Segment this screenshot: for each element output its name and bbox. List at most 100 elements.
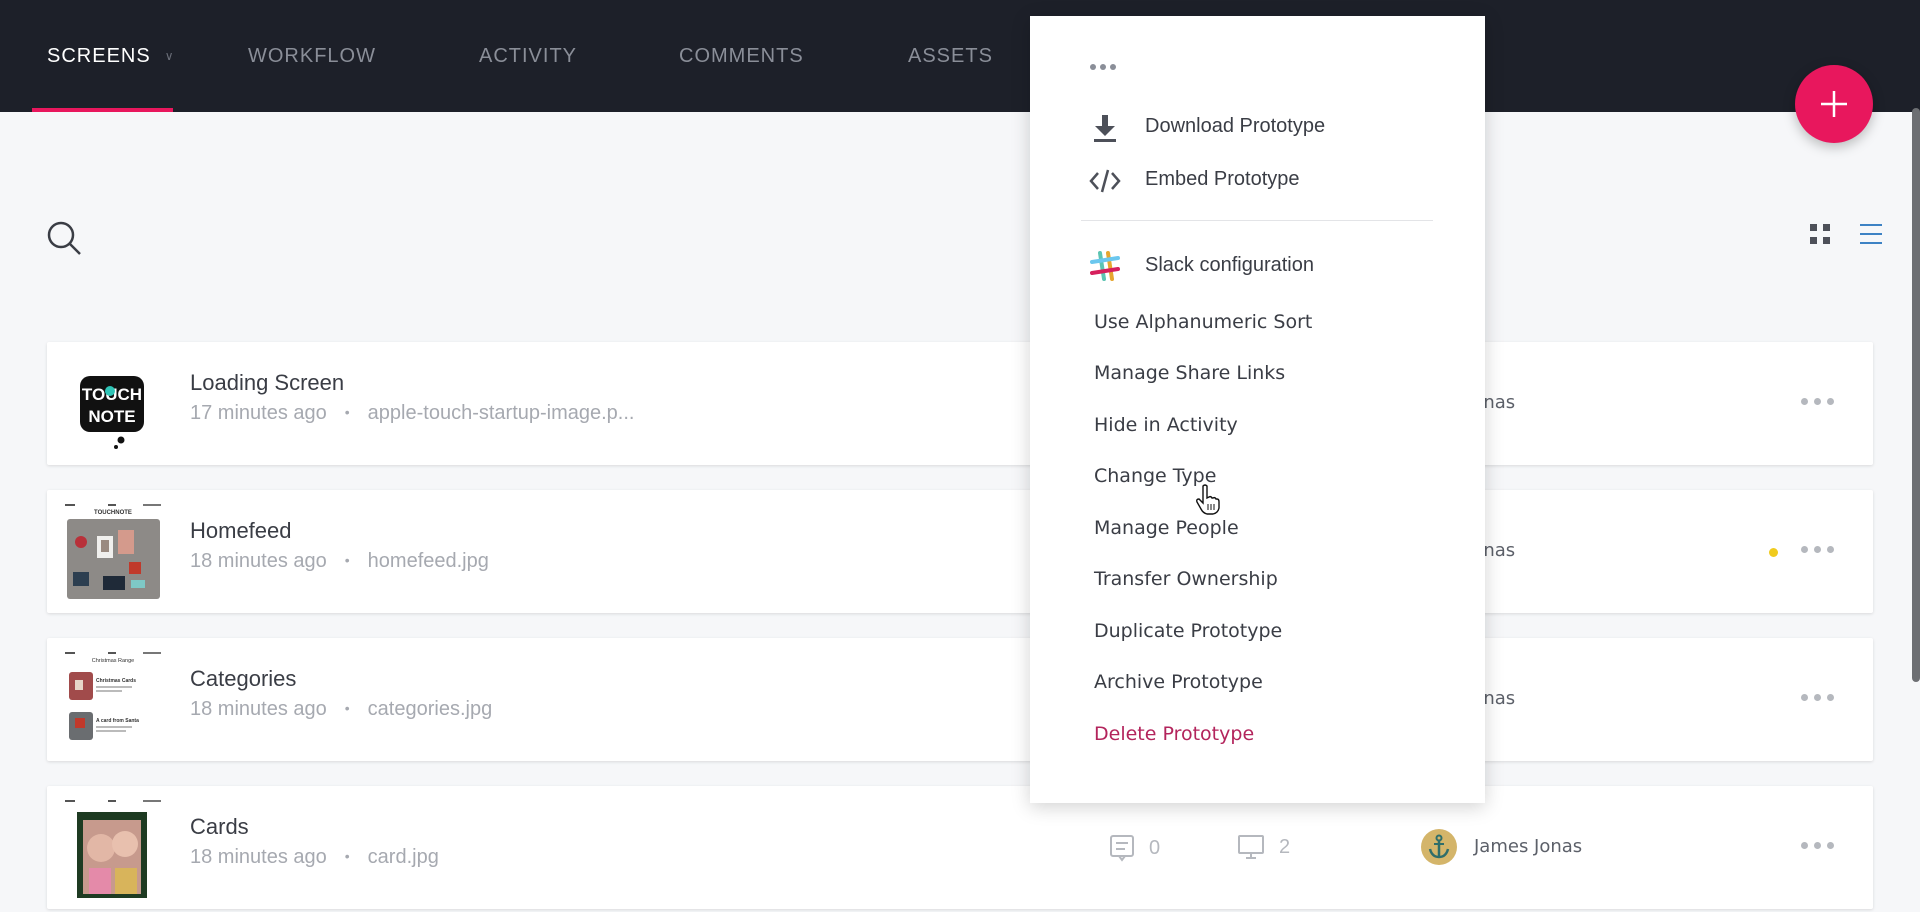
menu-item-download-prototype[interactable]: Download Prototype	[1145, 115, 1325, 138]
tab-label: ACTIVITY	[479, 44, 578, 67]
tab-label: COMMENTS	[679, 44, 804, 67]
thumbnail	[63, 798, 163, 898]
dot	[1814, 546, 1821, 553]
screen-title[interactable]: Cards	[190, 814, 249, 840]
menu-item-embed-prototype[interactable]: Embed Prototype	[1145, 168, 1300, 191]
screen-row[interactable]: TOUCHNOTE Homefeed 18 minutes ago • homefe…	[47, 490, 1873, 613]
dot	[1827, 398, 1834, 405]
screen-row[interactable]: TOUCH NOTE Loading Screen 17 minutes ago…	[47, 342, 1873, 465]
plus-icon	[1821, 91, 1847, 117]
separator-dot: •	[344, 404, 350, 420]
anchor-icon	[1428, 834, 1450, 859]
screen-meta: 18 minutes ago • card.jpg	[190, 846, 439, 869]
dot	[1814, 842, 1821, 849]
dot	[1801, 842, 1808, 849]
separator-dot: •	[344, 700, 350, 716]
screen-title[interactable]: Categories	[190, 666, 296, 692]
thumbnail: TOUCHNOTE	[63, 502, 163, 602]
screen-filename: card.jpg	[367, 846, 439, 868]
add-button[interactable]	[1795, 65, 1873, 143]
more-options-button[interactable]	[1801, 398, 1834, 405]
dot	[1801, 546, 1808, 553]
dot	[1090, 64, 1096, 70]
separator-dot: •	[344, 848, 350, 864]
thumbnail: Christmas Range Christmas Cards A card f…	[63, 650, 163, 750]
dot	[1801, 694, 1808, 701]
more-options-button[interactable]	[1801, 694, 1834, 701]
list-icon[interactable]	[1858, 222, 1884, 246]
chevron-down-icon[interactable]: ∨	[165, 49, 175, 63]
screen-title[interactable]: Loading Screen	[190, 370, 344, 396]
prototype-options-menu: Download Prototype Embed Prototype Slack…	[1030, 16, 1485, 803]
screen-title[interactable]: Homefeed	[190, 518, 292, 544]
devices-count-value: 2	[1279, 835, 1291, 858]
dot	[1827, 694, 1834, 701]
more-options-button[interactable]	[1801, 842, 1834, 849]
tab-activity[interactable]: ACTIVITY	[479, 0, 577, 112]
menu-more-icon[interactable]	[1090, 64, 1116, 70]
thumb-item-text: A card from Santa	[96, 718, 139, 724]
search-icon[interactable]	[44, 218, 84, 258]
screen-filename: apple-touch-startup-image.p...	[367, 402, 635, 424]
dot	[1827, 842, 1834, 849]
menu-item-delete-prototype[interactable]: Delete Prototype	[1094, 723, 1254, 745]
thumb-item-text: Christmas Cards	[96, 678, 136, 684]
code-icon	[1089, 165, 1121, 197]
menu-item-archive-prototype[interactable]: Archive Prototype	[1094, 671, 1263, 693]
menu-item-hide-in-activity[interactable]: Hide in Activity	[1094, 414, 1238, 436]
screen-time: 17 minutes ago	[190, 402, 327, 424]
dot	[1814, 398, 1821, 405]
comment-icon	[1110, 835, 1134, 862]
scrollbar[interactable]	[1912, 108, 1920, 682]
slack-icon	[1089, 250, 1121, 282]
thumbnail: TOUCH NOTE	[63, 354, 163, 454]
touchnote-logo-image: TOUCH NOTE	[80, 376, 144, 449]
homefeed-screenshot-image: TOUCHNOTE	[63, 502, 163, 602]
more-options-button[interactable]	[1801, 546, 1834, 553]
thumb-header-text: Christmas Range	[92, 658, 135, 664]
menu-item-alphanumeric-sort[interactable]: Use Alphanumeric Sort	[1094, 311, 1312, 333]
hand-cursor-icon	[1196, 484, 1220, 515]
owner-name: James Jonas	[1474, 836, 1583, 857]
menu-item-manage-people[interactable]: Manage People	[1094, 517, 1239, 539]
comments-count-value: 0	[1149, 836, 1161, 859]
dot	[1801, 398, 1808, 405]
tab-label: SCREENS	[47, 44, 151, 67]
thumb-brand-text: TOUCHNOTE	[94, 510, 132, 516]
avatar	[1421, 829, 1457, 865]
grid-icon[interactable]	[1808, 222, 1832, 246]
screen-time: 18 minutes ago	[190, 698, 327, 720]
status-indicator-dot	[1769, 548, 1778, 557]
menu-item-slack-configuration[interactable]: Slack configuration	[1145, 254, 1314, 277]
devices-count[interactable]: 2	[1237, 834, 1290, 860]
screen-row[interactable]: Christmas Range Christmas Cards A card f…	[47, 638, 1873, 761]
menu-item-manage-share-links[interactable]: Manage Share Links	[1094, 362, 1285, 384]
cards-screenshot-image	[63, 798, 163, 898]
tab-comments[interactable]: COMMENTS	[679, 0, 804, 112]
tab-assets[interactable]: ASSETS	[908, 0, 993, 112]
active-tab-indicator	[32, 108, 173, 112]
dot	[1827, 546, 1834, 553]
separator-dot: •	[344, 552, 350, 568]
screen-row[interactable]: Cards 18 minutes ago • card.jpg 0 2 James …	[47, 786, 1873, 909]
screen-meta: 18 minutes ago • homefeed.jpg	[190, 550, 489, 573]
screen-filename: homefeed.jpg	[367, 550, 489, 572]
screen-time: 18 minutes ago	[190, 550, 327, 572]
menu-item-duplicate-prototype[interactable]: Duplicate Prototype	[1094, 620, 1282, 642]
screen-filename: categories.jpg	[367, 698, 493, 720]
dot	[1814, 694, 1821, 701]
screen-time: 18 minutes ago	[190, 846, 327, 868]
tab-workflow[interactable]: WORKFLOW	[248, 0, 376, 112]
screen-meta: 18 minutes ago • categories.jpg	[190, 698, 492, 721]
dot	[1100, 64, 1106, 70]
dot	[1110, 64, 1116, 70]
monitor-icon	[1238, 835, 1264, 859]
logo-text-bottom: NOTE	[88, 407, 135, 426]
menu-divider	[1081, 220, 1433, 221]
tab-screens[interactable]: SCREENS ∨	[47, 0, 175, 112]
menu-item-transfer-ownership[interactable]: Transfer Ownership	[1094, 568, 1278, 590]
comments-count[interactable]: 0	[1109, 834, 1160, 862]
categories-screenshot-image: Christmas Range Christmas Cards A card f…	[63, 650, 163, 750]
download-icon	[1089, 112, 1121, 144]
tab-label: WORKFLOW	[248, 44, 376, 67]
